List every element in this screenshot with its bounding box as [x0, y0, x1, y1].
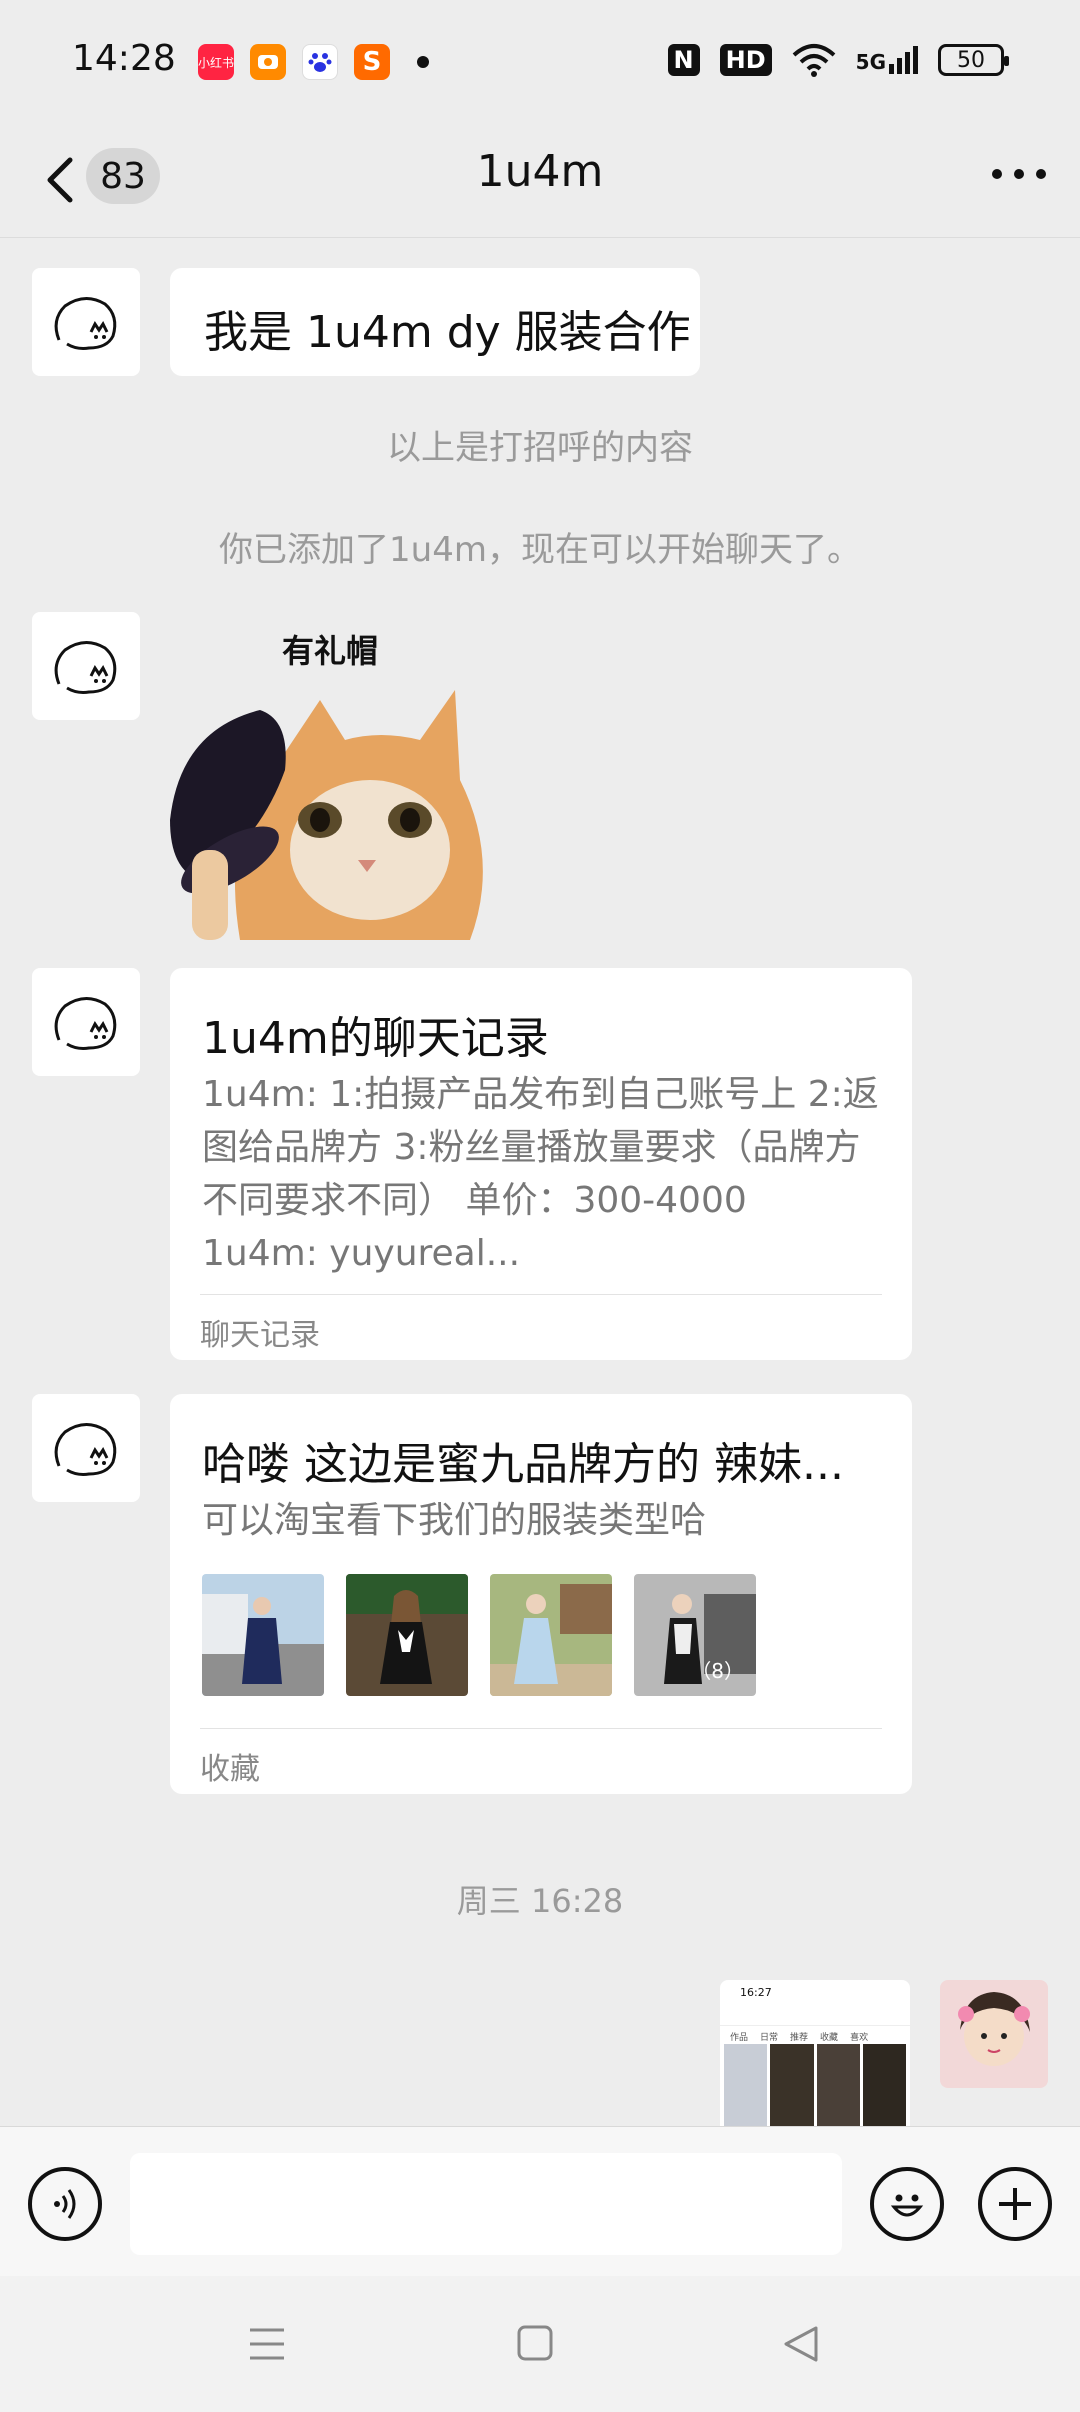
chat-title: 1u4m: [476, 146, 604, 197]
battery-icon: 50: [938, 44, 1009, 76]
preview-image: [816, 2044, 860, 2126]
voice-icon: [54, 2189, 76, 2219]
nfc-icon: N: [667, 44, 700, 76]
cat-with-hat-sticker: [170, 690, 483, 940]
xiaohongshu-icon: 小红书: [198, 44, 234, 80]
preview-image: [770, 2044, 814, 2126]
sticker-caption: 有礼帽: [282, 632, 379, 670]
image-count: （8）: [691, 1659, 744, 1683]
favorite-subtitle: 可以淘宝看下我们的服装类型哈: [202, 1500, 707, 1541]
cat-doodle-icon: [54, 297, 117, 350]
message-input[interactable]: [130, 2153, 842, 2255]
preview-image: [862, 2044, 906, 2126]
status-time: 14:28: [72, 38, 176, 79]
system-navigation-bar: [0, 2276, 1080, 2412]
chat-record-line: 1u4m: yuyureal...: [202, 1233, 521, 1274]
message-text: 我是 1u4m dy 服装合作: [204, 307, 691, 358]
back-nav-button[interactable]: [782, 2324, 820, 2368]
plus-icon: [999, 2188, 1031, 2220]
triangle-back-icon: [784, 2326, 818, 2362]
s-app-icon: S: [354, 44, 390, 80]
contact-avatar[interactable]: [32, 1394, 140, 1502]
cat-doodle-icon: [54, 1423, 117, 1476]
favorite-card[interactable]: 哈喽 这边是蜜九品牌方的 辣妹... 可以淘宝看下我们的服装类型哈 （8） 收藏: [170, 1394, 912, 1794]
more-functions-button[interactable]: [978, 2167, 1052, 2241]
emoji-button[interactable]: [870, 2167, 944, 2241]
voice-input-button[interactable]: [28, 2167, 102, 2241]
chat-header: 83 1u4m: [0, 120, 1080, 238]
preview-grid: [724, 2044, 906, 2126]
hd-icon: HD: [719, 44, 772, 76]
contact-avatar[interactable]: [32, 968, 140, 1076]
chat-record-title: 1u4m的聊天记录: [202, 1013, 549, 1064]
chat-record-line: 不同要求不同） 单价：300-4000: [202, 1180, 747, 1221]
preview-header: [720, 2004, 910, 2026]
orange-app-icon: [250, 44, 286, 80]
smiley-icon: [890, 2194, 924, 2217]
recent-apps-button[interactable]: [248, 2326, 286, 2366]
chat-record-card[interactable]: 1u4m的聊天记录 1u4m: 1:拍摄产品发布到自己账号上 2:返 图给品牌方…: [170, 968, 912, 1360]
cat-doodle-icon: [54, 997, 117, 1050]
preview-image: [724, 2044, 768, 2126]
chat-record-preview: 1u4m: 1:拍摄产品发布到自己账号上 2:返 图给品牌方 3:粉丝量播放量要…: [202, 1068, 892, 1280]
favorite-title: 哈喽 这边是蜜九品牌方的 辣妹...: [202, 1439, 844, 1490]
status-bar: 14:28 小红书 S N HD 5G 50: [0, 0, 1080, 120]
divider: [200, 1294, 882, 1295]
card-footer-label: 收藏: [200, 1752, 260, 1787]
preview-tabs: 作品 日常 推荐 收藏 喜欢: [730, 2033, 869, 2043]
outgoing-image-message[interactable]: 16:27 作品 日常 推荐 收藏 喜欢: [720, 1980, 910, 2126]
message-bubble[interactable]: 我是 1u4m dy 服装合作: [170, 268, 700, 376]
favorite-image[interactable]: [490, 1574, 612, 1696]
chat-record-line: 1u4m: 1:拍摄产品发布到自己账号上 2:返: [202, 1074, 879, 1115]
preview-time: 16:27: [740, 1986, 772, 1999]
baidu-icon: [302, 44, 338, 80]
home-button[interactable]: [516, 2324, 554, 2366]
menu-icon: [250, 2328, 284, 2360]
divider: [200, 1728, 882, 1729]
square-icon: [517, 2325, 553, 2361]
my-avatar[interactable]: [940, 1980, 1048, 2088]
favorite-image[interactable]: [202, 1574, 324, 1696]
system-message: 你已添加了1u4m，现在可以开始聊天了。: [219, 530, 861, 570]
signal-icon: 5G: [856, 46, 918, 74]
cat-doodle-icon: [54, 641, 117, 694]
sticker-message[interactable]: 有礼帽: [170, 612, 490, 940]
notification-dot: [417, 56, 429, 68]
input-bar: [0, 2126, 1080, 2276]
chat-record-line: 图给品牌方 3:粉丝量播放量要求（品牌方: [202, 1127, 861, 1168]
dot: [1014, 169, 1024, 179]
timestamp: 周三 16:28: [456, 1882, 624, 1920]
system-message: 以上是打招呼的内容: [387, 428, 693, 468]
more-options-button[interactable]: [992, 164, 1046, 184]
status-indicators: N HD 5G 50: [667, 40, 1009, 80]
wifi-icon: [792, 44, 835, 77]
favorite-image[interactable]: [346, 1574, 468, 1696]
dot: [1036, 169, 1046, 179]
contact-avatar[interactable]: [32, 268, 140, 376]
card-footer-label: 聊天记录: [200, 1318, 320, 1353]
dot: [992, 169, 1002, 179]
contact-avatar[interactable]: [32, 612, 140, 720]
favorite-image[interactable]: （8）: [634, 1574, 756, 1696]
